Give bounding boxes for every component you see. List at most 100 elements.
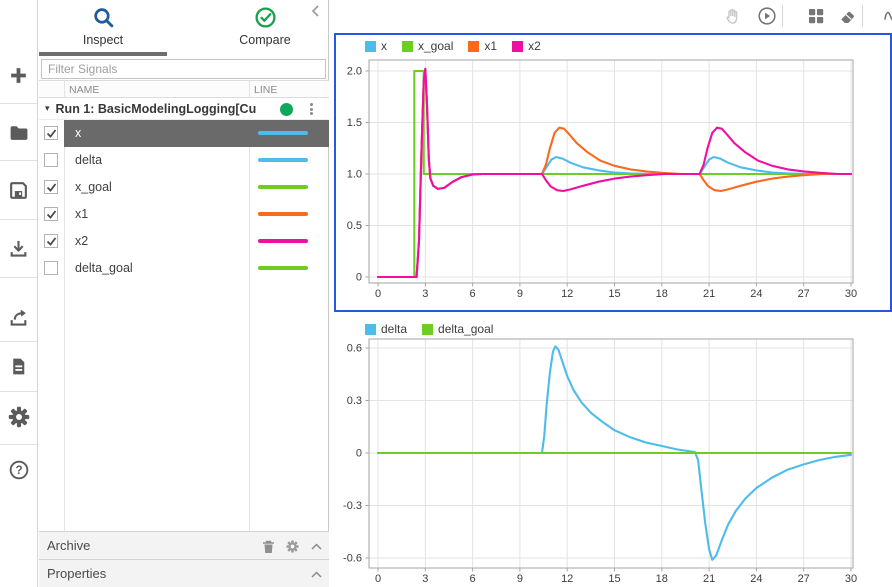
signal-row-x2[interactable]: x2 — [39, 228, 329, 255]
signal-display-button[interactable] — [879, 3, 892, 29]
signal-line-swatch — [258, 239, 308, 243]
tab-compare-label: Compare — [239, 33, 291, 47]
filter-signals-input[interactable] — [41, 59, 326, 79]
run-menu-kebab-icon[interactable] — [305, 101, 317, 117]
signal-checkbox[interactable] — [44, 153, 58, 167]
subplot-top-selected[interactable]: x x_goal x1 x2 0 3 6 9 12 15 18 21 24 27 30 0 0.5 1.0 1.5… — [334, 33, 892, 312]
divider — [0, 391, 37, 392]
signal-name-label: x1 — [75, 207, 89, 221]
svg-text:27: 27 — [798, 573, 810, 585]
svg-text:18: 18 — [656, 288, 668, 300]
legend-item-delta: delta — [365, 322, 407, 336]
svg-text:-0.6: -0.6 — [343, 553, 362, 565]
signal-browser-panel: Inspect Compare NAME LINE ▾ Run 1: Basic… — [39, 0, 329, 587]
plot-toolbar — [330, 0, 892, 33]
svg-text:3: 3 — [422, 573, 428, 585]
clear-plots-button[interactable] — [834, 3, 860, 29]
add-button[interactable] — [0, 55, 37, 95]
divider — [0, 160, 37, 161]
signal-checkbox[interactable] — [44, 126, 58, 140]
signal-row-x[interactable]: x — [39, 120, 329, 147]
svg-text:15: 15 — [608, 573, 620, 585]
svg-text:2.0: 2.0 — [347, 66, 362, 78]
report-button[interactable] — [0, 346, 37, 386]
divider — [782, 5, 783, 27]
divider — [0, 341, 37, 342]
svg-text:0.6: 0.6 — [347, 343, 362, 355]
legend-item-x_goal: x_goal — [402, 39, 453, 53]
checkmark-icon — [46, 182, 56, 192]
pan-hand-button[interactable] — [719, 3, 745, 29]
legend-swatch — [402, 40, 413, 52]
signal-checkbox[interactable] — [44, 180, 58, 194]
signal-line-swatch — [258, 212, 308, 216]
svg-text:0.5: 0.5 — [347, 220, 362, 232]
legend-item-x2: x2 — [512, 39, 541, 53]
subplot-top-chart[interactable]: 0 3 6 9 12 15 18 21 24 27 30 0 0.5 1.0 1.5 2.0 — [336, 35, 890, 310]
svg-text:-0.3: -0.3 — [343, 500, 362, 512]
report-document-icon — [13, 358, 25, 374]
checkmark-icon — [46, 209, 56, 219]
open-button[interactable] — [0, 112, 37, 152]
signal-row-delta[interactable]: delta — [39, 147, 329, 174]
save-button[interactable] — [0, 170, 37, 210]
signal-checkbox[interactable] — [44, 207, 58, 221]
expand-caret-icon[interactable]: ▾ — [45, 103, 50, 114]
subplot-bottom-chart[interactable]: 0 3 6 9 12 15 18 21 24 27 30 -0.6 -0.3 0 0.3 0.6 — [334, 318, 892, 587]
signal-row-x_goal[interactable]: x_goal — [39, 174, 329, 201]
divider — [0, 277, 37, 278]
eraser-icon — [840, 11, 854, 23]
preferences-button[interactable] — [0, 397, 37, 437]
svg-text:0.3: 0.3 — [347, 395, 362, 407]
signal-name-label: x2 — [75, 234, 89, 248]
svg-text:18: 18 — [656, 573, 668, 585]
subplot-top-legend: x x_goal x1 x2 — [365, 39, 541, 53]
svg-text:9: 9 — [517, 288, 523, 300]
checkmark-icon — [46, 128, 56, 138]
svg-text:0: 0 — [356, 448, 362, 460]
import-button[interactable] — [0, 228, 37, 268]
legend-label: x_goal — [418, 39, 454, 53]
panel-tabs: Inspect Compare — [39, 0, 328, 57]
replay-icon — [758, 7, 776, 25]
run-status-dot — [280, 103, 293, 116]
signal-checkbox[interactable] — [44, 261, 58, 275]
signal-row-delta_goal[interactable]: delta_goal — [39, 255, 329, 282]
archive-settings-gear-icon[interactable] — [285, 539, 300, 554]
properties-collapse-chevron-icon[interactable] — [309, 567, 324, 582]
subplot-bottom[interactable]: delta delta_goal 0 3 6 9 12 15 18 21 24 27 30 -0.6 -0… — [334, 318, 892, 587]
open-folder-icon — [10, 125, 28, 140]
replay-button[interactable] — [754, 3, 780, 29]
svg-text:30: 30 — [845, 288, 857, 300]
divider — [0, 219, 37, 220]
collapse-panel-button[interactable] — [308, 4, 322, 18]
signal-name-label: delta — [75, 153, 103, 167]
subplot-bottom-legend: delta delta_goal — [365, 322, 493, 336]
legend-item-delta_goal: delta_goal — [422, 322, 493, 336]
svg-text:27: 27 — [798, 288, 810, 300]
subplot-layout-button[interactable] — [803, 3, 829, 29]
svg-text:0: 0 — [375, 288, 381, 300]
tab-inspect[interactable]: Inspect — [39, 0, 167, 56]
signal-wave-icon — [884, 11, 892, 21]
run-row[interactable]: ▾ Run 1: BasicModelingLogging[Current] — [39, 98, 329, 120]
signal-line-swatch — [258, 158, 308, 162]
trash-icon[interactable] — [261, 539, 276, 554]
legend-item-x1: x1 — [468, 39, 497, 53]
help-button[interactable]: ? — [0, 450, 37, 490]
table-header: NAME LINE — [39, 80, 329, 98]
legend-swatch — [512, 40, 524, 52]
svg-text:0: 0 — [375, 573, 381, 585]
archive-section-header[interactable]: Archive — [39, 531, 329, 559]
signal-checkbox[interactable] — [44, 234, 58, 248]
left-icon-strip: ? — [0, 0, 38, 587]
legend-swatch — [365, 40, 376, 52]
properties-section-header[interactable]: Properties — [39, 559, 329, 587]
save-floppy-icon — [10, 181, 27, 199]
divider — [862, 5, 863, 27]
signal-row-x1[interactable]: x1 — [39, 201, 329, 228]
export-button[interactable] — [0, 297, 37, 337]
archive-collapse-chevron-icon[interactable] — [309, 539, 324, 554]
signal-line-swatch — [258, 131, 308, 135]
simulation-data-inspector-window: ? Inspect Compare Filter Signals NAME LI… — [0, 0, 892, 587]
